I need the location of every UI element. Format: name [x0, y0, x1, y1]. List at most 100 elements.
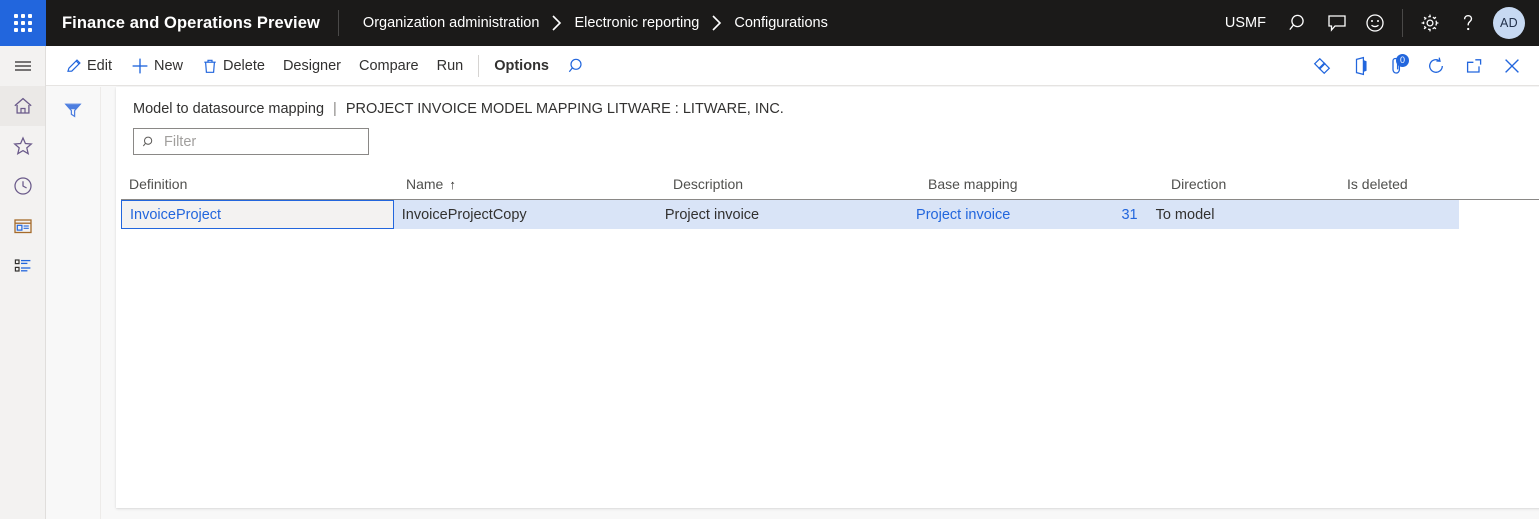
column-header-name-label: Name — [406, 176, 443, 192]
left-navigation-rail — [0, 46, 46, 519]
refresh-icon[interactable] — [1417, 49, 1455, 83]
designer-button[interactable]: Designer — [274, 50, 350, 82]
star-icon — [12, 135, 34, 157]
toolbar-divider — [478, 55, 479, 77]
plus-icon — [130, 56, 150, 76]
run-button[interactable]: Run — [428, 50, 473, 82]
count-value: 31 — [1121, 207, 1137, 223]
hamburger-menu-icon — [12, 55, 34, 77]
column-header-name[interactable]: Name ↑ — [398, 176, 665, 192]
filter-funnel-icon[interactable] — [56, 93, 90, 127]
sidebar-item-favorites[interactable] — [0, 126, 45, 166]
sort-ascending-icon: ↑ — [449, 177, 456, 192]
clock-icon — [12, 175, 34, 197]
data-grid: Definition Name ↑ Description Base mappi… — [121, 169, 1539, 229]
edit-button-label: Edit — [87, 58, 112, 74]
topbar-divider — [1402, 9, 1403, 37]
grid-cell-definition[interactable]: InvoiceProject — [121, 200, 394, 229]
help-icon[interactable] — [1449, 0, 1487, 46]
action-pane-right: 0 — [1303, 49, 1539, 83]
attachment-icon[interactable]: 0 — [1379, 49, 1417, 83]
filter-pane — [46, 87, 101, 519]
edit-button[interactable]: Edit — [56, 50, 121, 82]
sidebar-item-recent[interactable] — [0, 166, 45, 206]
app-launcher-icon[interactable] — [0, 0, 46, 46]
new-button[interactable]: New — [121, 50, 192, 82]
top-navigation-bar: Finance and Operations Preview Organizat… — [0, 0, 1539, 46]
company-selector[interactable]: USMF — [1219, 15, 1280, 31]
run-button-label: Run — [437, 58, 464, 74]
filter-input-wrapper[interactable] — [133, 128, 369, 155]
breadcrumb: Organization administration Electronic r… — [339, 14, 1219, 32]
column-header-base-mapping[interactable]: Base mapping — [920, 176, 1105, 192]
grid-cell-base-mapping[interactable]: Project invoice — [908, 207, 1090, 223]
app-title: Finance and Operations Preview — [46, 14, 338, 33]
feedback-smiley-icon[interactable] — [1356, 0, 1394, 46]
page-card: Model to datasource mapping | PROJECT IN… — [116, 87, 1539, 508]
sidebar-item-home[interactable] — [0, 86, 45, 126]
column-header-direction[interactable]: Direction — [1163, 176, 1339, 192]
close-icon[interactable] — [1493, 49, 1531, 83]
table-row[interactable]: InvoiceProject InvoiceProjectCopy Projec… — [121, 200, 1459, 229]
chevron-right-icon — [710, 14, 723, 32]
sidebar-item-hamburger-menu[interactable] — [0, 46, 45, 86]
grid-cell-name[interactable]: InvoiceProjectCopy — [394, 207, 657, 223]
column-header-definition[interactable]: Definition — [121, 176, 398, 192]
grid-header-row: Definition Name ↑ Description Base mappi… — [121, 169, 1539, 200]
trash-icon — [201, 57, 219, 75]
search-icon — [142, 135, 156, 149]
breadcrumb-item-electronic-reporting[interactable]: Electronic reporting — [574, 15, 699, 31]
breadcrumb-item-organization-administration[interactable]: Organization administration — [363, 15, 540, 31]
column-header-description-label: Description — [673, 176, 743, 192]
page-title: Model to datasource mapping — [133, 101, 324, 117]
column-header-definition-label: Definition — [129, 176, 187, 192]
filter-input[interactable] — [162, 133, 360, 151]
toolbar-search-icon[interactable] — [558, 49, 596, 83]
attachment-count-badge: 0 — [1396, 54, 1409, 67]
gear-icon[interactable] — [1411, 0, 1449, 46]
page-title-separator: | — [333, 101, 337, 117]
chevron-right-icon — [550, 14, 563, 32]
compare-button-label: Compare — [359, 58, 419, 74]
column-header-description[interactable]: Description — [665, 176, 920, 192]
sidebar-item-modules[interactable] — [0, 246, 45, 286]
open-in-new-window-icon[interactable] — [1455, 49, 1493, 83]
compare-button[interactable]: Compare — [350, 50, 428, 82]
base-mapping-value: Project invoice — [916, 207, 1010, 223]
definition-cell-focused[interactable]: InvoiceProject — [121, 200, 394, 229]
new-button-label: New — [154, 58, 183, 74]
column-header-is-deleted[interactable]: Is deleted — [1339, 176, 1479, 192]
action-pane-left: Edit New — [46, 49, 596, 83]
page-header: Model to datasource mapping | PROJECT IN… — [116, 87, 1539, 117]
options-tab[interactable]: Options — [485, 50, 558, 82]
search-icon[interactable] — [1280, 0, 1318, 46]
designer-button-label: Designer — [283, 58, 341, 74]
app-window: Finance and Operations Preview Organizat… — [0, 0, 1539, 519]
sidebar-item-workspaces[interactable] — [0, 206, 45, 246]
name-value: InvoiceProjectCopy — [402, 207, 527, 223]
description-value: Project invoice — [665, 207, 759, 223]
topbar-right-actions: USMF — [1219, 0, 1539, 46]
column-header-is-deleted-label: Is deleted — [1347, 176, 1408, 192]
column-header-direction-label: Direction — [1171, 176, 1226, 192]
grid-cell-direction[interactable]: To model — [1148, 207, 1321, 223]
column-header-base-mapping-label: Base mapping — [928, 176, 1018, 192]
options-tab-label: Options — [494, 58, 549, 74]
delete-button-label: Delete — [223, 58, 265, 74]
modules-icon — [12, 255, 34, 277]
home-icon — [12, 95, 34, 117]
delete-button[interactable]: Delete — [192, 50, 274, 82]
breadcrumb-item-configurations[interactable]: Configurations — [734, 15, 828, 31]
grid-cell-description[interactable]: Project invoice — [657, 207, 908, 223]
visio-icon[interactable] — [1303, 49, 1341, 83]
office-icon[interactable] — [1341, 49, 1379, 83]
definition-value: InvoiceProject — [130, 207, 221, 223]
waffle-grid — [14, 14, 32, 32]
avatar[interactable]: AD — [1493, 7, 1525, 39]
pencil-icon — [65, 57, 83, 75]
grid-cell-count[interactable]: 31 — [1090, 207, 1147, 223]
direction-value: To model — [1156, 207, 1215, 223]
message-icon[interactable] — [1318, 0, 1356, 46]
action-pane-toolbar: Edit New — [46, 46, 1539, 86]
content-region: Model to datasource mapping | PROJECT IN… — [46, 87, 1539, 519]
